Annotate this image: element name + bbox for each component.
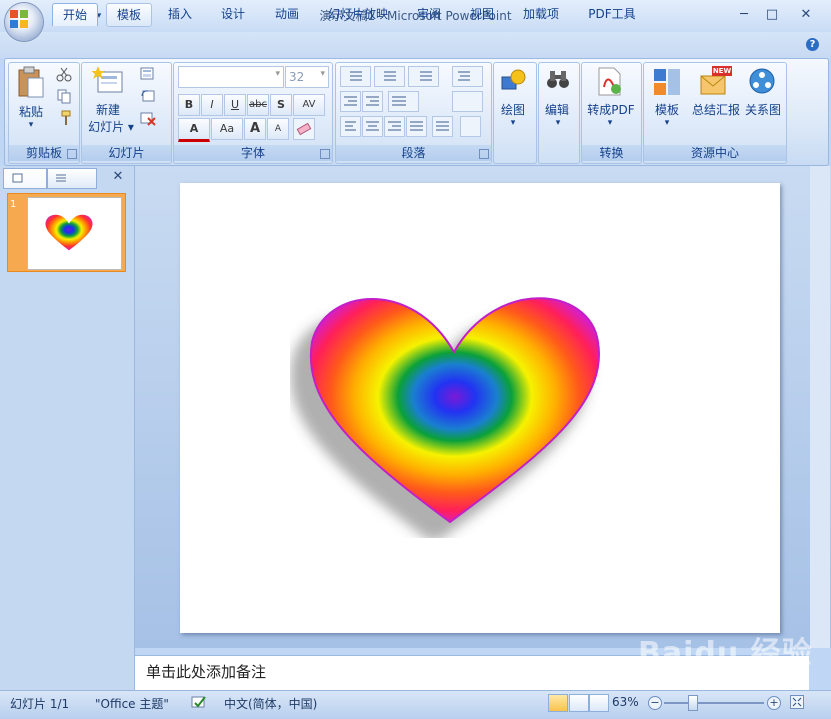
paste-dropdown-icon[interactable]: ▾	[24, 120, 38, 130]
shrink-font-button[interactable]: A	[267, 118, 289, 140]
font-name-combo[interactable]: ▾	[178, 66, 284, 88]
clear-format-icon[interactable]	[293, 118, 315, 140]
slideshow-view-icon[interactable]	[589, 694, 609, 712]
font-name-dropdown-icon[interactable]: ▾	[275, 69, 280, 79]
slide-sorter-view-icon[interactable]	[569, 694, 589, 712]
minimize-button[interactable]: ─	[730, 4, 758, 26]
reset-icon[interactable]	[140, 88, 156, 104]
tab-review[interactable]: 审阅	[409, 3, 449, 25]
template-icon[interactable]	[652, 67, 682, 97]
slides-tab-icon	[12, 173, 23, 183]
office-logo-icon	[10, 10, 28, 28]
layout-icon[interactable]	[140, 66, 156, 82]
drawing-label[interactable]: 绘图	[496, 101, 530, 118]
new-slide-label[interactable]: 新建	[88, 101, 128, 118]
group-label-resources: 资源中心	[644, 145, 786, 161]
notes-placeholder[interactable]: 单击此处添加备注	[146, 661, 266, 682]
paragraph-controls[interactable]	[340, 66, 490, 138]
tab-template[interactable]: 模板	[106, 3, 152, 27]
shadow-button[interactable]: S	[270, 94, 292, 116]
copy-icon[interactable]	[56, 88, 72, 104]
pdf-icon[interactable]	[596, 67, 624, 97]
maximize-button[interactable]: □	[758, 4, 786, 26]
close-button[interactable]: ✕	[792, 4, 820, 26]
paste-label[interactable]: 粘贴	[14, 103, 48, 120]
slide-counter: 幻灯片 1/1	[10, 697, 70, 711]
font-color-button[interactable]: A	[178, 118, 210, 142]
to-pdf-label[interactable]: 转成PDF	[584, 101, 638, 118]
relation-label[interactable]: 关系图	[742, 101, 784, 118]
tab-pdf-tools[interactable]: PDF工具	[582, 3, 642, 25]
clipboard-launcher-icon[interactable]	[67, 149, 77, 159]
binoculars-icon[interactable]	[545, 67, 571, 93]
tab-design[interactable]: 设计	[213, 3, 253, 25]
drawing-dropdown-icon[interactable]: ▾	[508, 118, 518, 128]
thumbnail-heart	[45, 214, 93, 251]
close-pane-button[interactable]: ✕	[110, 169, 126, 185]
report-label[interactable]: 总结汇报	[690, 101, 742, 118]
change-case-button[interactable]: Aa	[211, 118, 243, 140]
paste-icon[interactable]	[16, 66, 46, 100]
grow-font-button[interactable]: A	[244, 118, 266, 140]
paragraph-launcher-icon[interactable]	[479, 149, 489, 159]
template-label[interactable]: 模板	[650, 101, 684, 118]
editing-dropdown-icon[interactable]: ▾	[553, 118, 563, 128]
to-pdf-dropdown-icon[interactable]: ▾	[605, 118, 615, 128]
group-label-font: 字体	[174, 145, 332, 161]
format-painter-icon[interactable]	[56, 110, 72, 126]
template-dropdown-icon[interactable]: ▾	[662, 118, 672, 128]
tab-animation[interactable]: 动画	[267, 3, 307, 25]
editing-label[interactable]: 编辑	[540, 101, 574, 118]
tab-addins[interactable]: 加载项	[516, 3, 566, 25]
new-badge: NEW	[712, 66, 732, 76]
drawing-icon[interactable]	[500, 67, 528, 93]
zoom-in-button[interactable]: +	[767, 696, 781, 710]
language-indicator[interactable]: 中文(简体，中国)	[224, 695, 317, 712]
outline-tab-icon	[56, 174, 66, 182]
tab-view[interactable]: 视图	[462, 3, 502, 25]
group-label-convert: 转换	[582, 145, 641, 161]
underline-button[interactable]: U	[224, 94, 246, 116]
bold-button[interactable]: B	[178, 94, 200, 116]
rainbow-heart-shape[interactable]	[290, 286, 610, 538]
new-slide-icon[interactable]	[92, 66, 124, 96]
strikethrough-button[interactable]: abc	[247, 94, 269, 116]
normal-view-icon[interactable]	[548, 694, 568, 712]
font-size-dropdown-icon[interactable]: ▾	[320, 69, 325, 79]
zoom-slider-track[interactable]	[664, 702, 764, 704]
relation-diagram-icon[interactable]	[748, 67, 776, 95]
slide-number: 1	[10, 199, 17, 210]
char-spacing-button[interactable]: AV	[293, 94, 325, 116]
new-slide-dropdown[interactable]: 幻灯片 ▾	[84, 118, 138, 135]
slides-tab[interactable]	[3, 168, 47, 189]
vertical-scrollbar[interactable]	[810, 166, 830, 648]
font-size-value: 32	[289, 70, 305, 84]
tab-insert[interactable]: 插入	[160, 3, 200, 25]
theme-name[interactable]: "Office 主题"	[95, 695, 169, 712]
outline-tab[interactable]	[47, 168, 97, 189]
fit-to-window-icon[interactable]	[790, 695, 804, 709]
delete-slide-icon[interactable]	[140, 110, 156, 126]
group-label-paragraph: 段落	[336, 145, 491, 161]
tab-home[interactable]: 开始	[52, 3, 98, 26]
zoom-slider-thumb[interactable]	[688, 695, 698, 711]
baidu-watermark-url: jingyan.baidu.com	[670, 665, 781, 679]
tab-slideshow[interactable]: 幻灯片放映	[322, 3, 394, 25]
ribbon-tabs	[0, 32, 831, 58]
help-icon[interactable]: ?	[806, 38, 819, 51]
cut-icon[interactable]	[56, 66, 72, 82]
group-label-slides: 幻灯片	[82, 145, 171, 161]
spellcheck-icon[interactable]	[190, 694, 208, 710]
italic-button[interactable]: I	[201, 94, 223, 116]
zoom-out-button[interactable]: −	[648, 696, 662, 710]
zoom-level[interactable]: 63%	[612, 695, 639, 709]
font-size-combo[interactable]: 32 ▾	[285, 66, 329, 88]
font-launcher-icon[interactable]	[320, 149, 330, 159]
